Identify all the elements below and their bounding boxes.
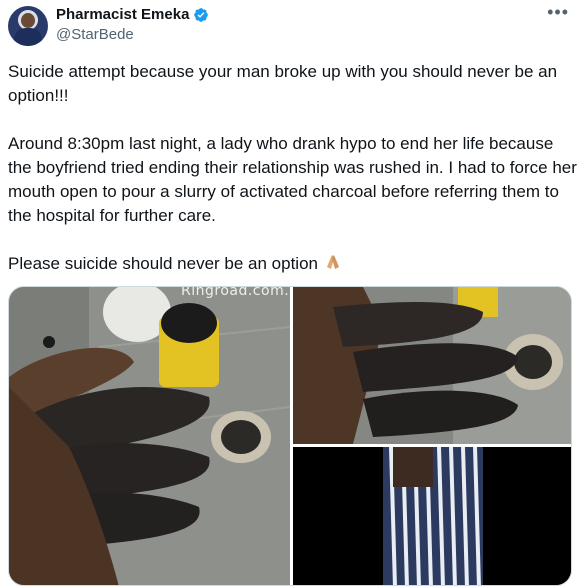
avatar-body bbox=[14, 28, 42, 46]
tweet-paragraph: Suicide attempt because your man broke u… bbox=[8, 62, 558, 105]
photo-patient-clothing[interactable] bbox=[293, 447, 571, 585]
photo-hand-with-cups-art bbox=[9, 287, 290, 585]
verified-badge-icon bbox=[194, 7, 209, 22]
author-handle[interactable]: @StarBede bbox=[56, 26, 134, 43]
avatar[interactable] bbox=[8, 6, 48, 46]
photo-hand-with-cups[interactable]: Ringroad.com.ng Free Adverts bbox=[9, 287, 290, 585]
avatar-head bbox=[21, 13, 35, 28]
author-name[interactable]: Pharmacist Emeka bbox=[56, 6, 189, 23]
tweet-paragraph-text: Please suicide should never be an option bbox=[8, 254, 318, 273]
watermark-text: Ringroad.com.ng Free Adverts bbox=[181, 287, 290, 299]
tweet-media-grid[interactable]: Ringroad.com.ng Free Adverts bbox=[8, 286, 572, 586]
photo-fingers-closeup[interactable] bbox=[293, 287, 571, 444]
photo-fingers-closeup-art bbox=[293, 287, 571, 444]
photo-patient-clothing-art bbox=[293, 447, 571, 585]
tweet-paragraph: Please suicide should never be an option bbox=[8, 252, 578, 276]
folded-hands-emoji-icon bbox=[326, 255, 339, 269]
tweet-body: Suicide attempt because your man broke u… bbox=[8, 60, 578, 300]
tweet-paragraph: Around 8:30pm last night, a lady who dra… bbox=[8, 134, 577, 225]
author-name-row[interactable]: Pharmacist Emeka bbox=[56, 6, 209, 23]
more-horizontal-icon[interactable]: ••• bbox=[547, 2, 569, 23]
